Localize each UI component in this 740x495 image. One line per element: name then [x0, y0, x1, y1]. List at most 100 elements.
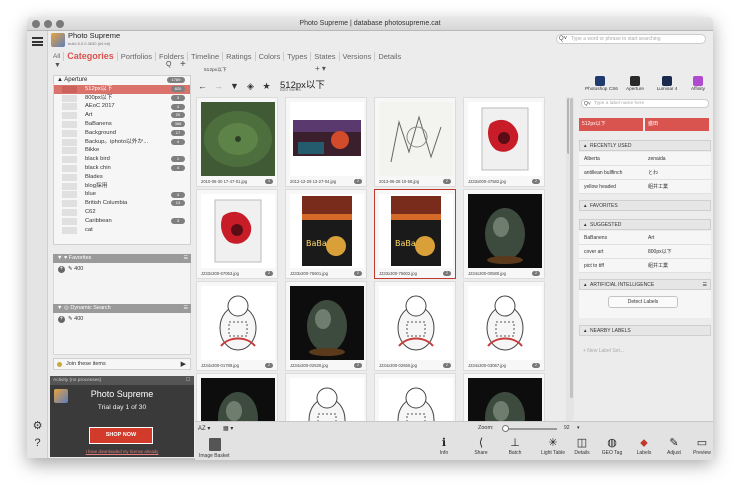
dynamic-search-header[interactable]: ▼ ◎ Dynamic Search ☰: [53, 304, 191, 313]
thumbnail-cell[interactable]: [463, 373, 545, 427]
label-row[interactable]: yellow headed 組井工業: [579, 180, 711, 194]
tool-light-table[interactable]: ✳ Light Table: [538, 436, 568, 456]
ai-header[interactable]: ▲ ARTIFICIAL INTELLIGENCE ☰: [579, 279, 711, 290]
thumbnail-cell[interactable]: [196, 373, 278, 427]
external-app-1[interactable]: Aperture: [620, 76, 650, 91]
tree-item[interactable]: black chin 4: [54, 164, 190, 173]
license-link[interactable]: I have downloaded my license already: [50, 449, 194, 454]
tool-details[interactable]: ◫ Details: [567, 436, 597, 456]
filter-icon[interactable]: ▼: [54, 62, 61, 69]
tree-item[interactable]: AEoC 2017 4: [54, 102, 190, 111]
tree-item[interactable]: Blades: [54, 173, 190, 182]
tree-item[interactable]: Backup。iphoto以外か... 4: [54, 138, 190, 147]
tab-types[interactable]: Types: [284, 51, 312, 61]
hamburger-menu-icon[interactable]: [32, 37, 43, 46]
thumbnail-image[interactable]: [468, 194, 542, 268]
tab-details[interactable]: Details: [375, 52, 404, 61]
thumbnail-image[interactable]: [290, 286, 364, 360]
tree-item[interactable]: black bird 1: [54, 155, 190, 164]
new-label-set-button[interactable]: + New Label Set...: [583, 348, 624, 354]
search-input[interactable]: Q˅ Type a word or phrase to start search…: [556, 34, 706, 44]
thumbnail-cell[interactable]: 2012-12-29 13-27-04.jpg 2: [285, 97, 367, 187]
thumbnail-image[interactable]: [379, 102, 453, 176]
tree-item[interactable]: blue 4: [54, 190, 190, 199]
thumbnail-cell[interactable]: [285, 373, 367, 427]
thumbnail-cell[interactable]: J234x300-03067.jpg 2: [463, 281, 545, 371]
label-row[interactable]: BaBanens Art: [579, 231, 711, 245]
tool-preview[interactable]: ▭ Preview: [687, 436, 717, 456]
favorites-add-row[interactable]: + ✎ 400: [58, 266, 83, 273]
add-dynamic-search-icon[interactable]: +: [58, 316, 65, 323]
tree-item[interactable]: Caribbean 3: [54, 217, 190, 226]
ai-menu-icon[interactable]: ☰: [703, 280, 707, 290]
right-scroll-thumb[interactable]: [570, 98, 573, 398]
tree-search-icon[interactable]: Q: [166, 61, 171, 68]
thumbnail-cell[interactable]: J234x300-00580.jpg 2: [463, 189, 545, 279]
thumbnail-cell[interactable]: J234x300-02650.jpg 2: [374, 281, 456, 371]
recently-used-header[interactable]: ▲ RECENTLY USED: [579, 140, 711, 151]
external-app-2[interactable]: Luminar 4: [652, 76, 682, 91]
dynamic-search-add-row[interactable]: + ✎ 400: [58, 316, 83, 323]
zoom-window-button[interactable]: [56, 20, 64, 28]
thumbnail-cell[interactable]: 2010-05-30 17-47-01.jpg 4: [196, 97, 278, 187]
thumbnail-image[interactable]: [379, 286, 453, 360]
view-mode-button[interactable]: ▦ ▾: [223, 425, 233, 432]
shop-now-button[interactable]: SHOP NOW: [89, 427, 153, 444]
nearby-labels-header[interactable]: ▲ NEARBY LABELS: [579, 325, 711, 336]
label-row[interactable]: Alberta zenaida: [579, 152, 711, 166]
thumbnail-image[interactable]: BaBa: [379, 194, 453, 268]
tool-info[interactable]: ℹ Info: [429, 436, 459, 456]
filter-icon[interactable]: ▼: [229, 81, 240, 92]
join-items-bar[interactable]: Join these items ▶: [53, 358, 191, 370]
thumbnail-cell[interactable]: J234x300-02530.jpg 2: [285, 281, 367, 371]
tool-labels[interactable]: ⬥ Labels: [629, 436, 659, 456]
tree-root-aperture[interactable]: ▲ Aperture 1789: [54, 76, 190, 85]
thumbnail-image[interactable]: [468, 286, 542, 360]
add-favorite-icon[interactable]: +: [58, 266, 65, 273]
tree-item[interactable]: 512px以下 820: [54, 84, 190, 94]
label-row[interactable]: antillean bullfinch とわ: [579, 166, 711, 180]
add-category-icon[interactable]: +: [180, 59, 186, 70]
close-window-button[interactable]: [32, 20, 40, 28]
label-chip[interactable]: 盛田: [645, 118, 709, 131]
dynamic-search-close-icon[interactable]: ☰: [184, 304, 188, 313]
star-icon[interactable]: ★: [261, 81, 272, 92]
favorites-header[interactable]: ▼ ♥ Favorites ☰: [53, 254, 191, 263]
tool-share[interactable]: ⟨ Share: [466, 436, 496, 456]
thumbnail-image[interactable]: [201, 286, 275, 360]
tab-all[interactable]: All: [53, 51, 65, 61]
gear-icon[interactable]: ⚙: [32, 421, 43, 432]
thumbnail-image[interactable]: [201, 378, 275, 427]
thumbnail-cell[interactable]: 2013-06-28 10-58.jpg 2: [374, 97, 456, 187]
tab-categories[interactable]: Categories: [64, 51, 118, 61]
forward-arrow-icon[interactable]: →: [213, 81, 224, 92]
tree-item[interactable]: blog採用: [54, 182, 190, 191]
thumbnail-image[interactable]: [201, 102, 275, 176]
label-row[interactable]: pict to tiff 組井工業: [579, 259, 711, 273]
thumbnail-cell[interactable]: J233x300-67053.jpg 2: [196, 189, 278, 279]
thumbnail-image[interactable]: BaBa: [290, 194, 364, 268]
layers-icon[interactable]: ◈: [245, 81, 256, 92]
tab-states[interactable]: States: [311, 51, 340, 61]
detect-labels-button[interactable]: Detect Labels: [608, 296, 678, 308]
tool-adjust[interactable]: ✎ Adjust: [659, 436, 689, 456]
zoom-slider[interactable]: [503, 428, 557, 430]
thumbnail-image[interactable]: [290, 102, 364, 176]
back-arrow-icon[interactable]: ←: [197, 81, 208, 92]
tree-item[interactable]: British Columbia 13: [54, 199, 190, 208]
tree-item[interactable]: Background 17: [54, 129, 190, 138]
tab-portfolios[interactable]: Portfolios: [118, 51, 157, 61]
minimize-window-button[interactable]: [44, 20, 52, 28]
tab-512px[interactable]: 512px以下: [204, 66, 227, 73]
tool-batch[interactable]: ⊥ Batch: [500, 436, 530, 456]
tree-item[interactable]: Bikke: [54, 146, 190, 155]
suggested-header[interactable]: ▲ SUGGESTED: [579, 219, 711, 230]
tree-item[interactable]: BaBanens 368: [54, 120, 190, 129]
tab-ratings[interactable]: Ratings: [223, 51, 256, 61]
favorites-section-header[interactable]: ▲ FAVORITES: [579, 200, 711, 211]
label-search-input[interactable]: Q˅ Type a label name here: [581, 99, 709, 108]
external-app-0[interactable]: Photoshop CS6: [585, 76, 618, 91]
tree-item[interactable]: cat: [54, 226, 190, 235]
add-tab-button[interactable]: + ▾: [315, 64, 326, 73]
tree-item[interactable]: 800px以下 3: [54, 94, 190, 103]
